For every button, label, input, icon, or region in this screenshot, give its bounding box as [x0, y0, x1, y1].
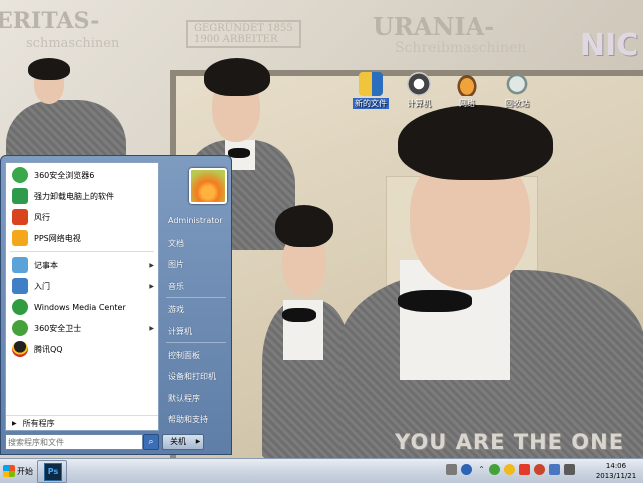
right-link-help-support[interactable]: 帮助和支持: [168, 414, 208, 425]
desktop-icon-network[interactable]: 网络: [444, 72, 490, 109]
start-button[interactable]: 开始: [1, 461, 33, 481]
display-tray-icon[interactable]: [549, 464, 560, 475]
windows-logo-icon: [3, 465, 15, 477]
help-icon[interactable]: [461, 464, 472, 475]
action-center-icon[interactable]: [446, 464, 457, 475]
program-item-360-safe[interactable]: 360安全卫士 ▶: [6, 318, 158, 338]
taskbar-clock[interactable]: 14:06 2013/11/21: [592, 461, 640, 481]
desktop-icon-recycle-bin[interactable]: 回收站: [494, 72, 540, 109]
getting-started-icon: [12, 278, 28, 294]
right-link-pictures[interactable]: 图片: [168, 259, 184, 270]
program-item-qq[interactable]: 腾讯QQ: [6, 339, 158, 359]
right-pane-separator: [166, 342, 226, 343]
wallpaper-stamp: GEGRÜNDET 1855 1900 ARBEITER: [186, 20, 301, 48]
360-browser-icon: [12, 167, 28, 183]
wallpaper-veritas-text: ERITAS-: [0, 8, 100, 34]
pps-icon: [12, 230, 28, 246]
wallpaper-urania-subtitle: Schreibmaschinen: [395, 40, 527, 56]
qq-icon: [12, 341, 28, 357]
programs-separator: [10, 251, 154, 252]
taskbar: 开始 Ps ⌃ 14:06 2013/11/21: [0, 458, 643, 483]
computer-icon: [407, 72, 431, 96]
network-tray-icon[interactable]: [504, 464, 515, 475]
taskbar-photoshop-button[interactable]: Ps: [37, 460, 67, 483]
submenu-arrow-icon: ▶: [149, 261, 154, 269]
right-link-music[interactable]: 音乐: [168, 281, 184, 292]
expand-arrow-icon: ▶: [12, 420, 17, 427]
right-link-default-programs[interactable]: 默认程序: [168, 393, 200, 404]
chevron-right-icon: ▶: [195, 438, 201, 445]
volume-icon[interactable]: [564, 464, 575, 475]
wallpaper-corner-text: NIC: [580, 28, 639, 63]
windows-media-center-icon: [12, 299, 28, 315]
user-picture[interactable]: [189, 168, 227, 204]
right-link-documents[interactable]: 文档: [168, 238, 184, 249]
recycle-bin-icon: [505, 72, 529, 96]
clock-time: 14:06: [605, 462, 627, 470]
submenu-arrow-icon: ▶: [149, 324, 154, 332]
fan-tray-icon[interactable]: [534, 464, 545, 475]
program-item-uninstall[interactable]: 强力卸载电脑上的软件: [6, 186, 158, 206]
program-item-getting-started[interactable]: 入门 ▶: [6, 276, 158, 296]
clock-date: 2013/11/21: [595, 472, 637, 480]
shutdown-button[interactable]: 关机: [162, 434, 194, 450]
network-icon: [455, 72, 479, 96]
uninstall-icon: [12, 188, 28, 204]
360-safe-icon: [12, 320, 28, 336]
start-search-box[interactable]: [5, 434, 143, 450]
start-search-input[interactable]: [6, 437, 140, 447]
program-item-pps[interactable]: PPS网络电视: [6, 228, 158, 248]
360-tray-icon[interactable]: [489, 464, 500, 475]
expand-tray-icon[interactable]: ⌃: [476, 464, 487, 475]
funshion-icon: [12, 209, 28, 225]
desktop-icon-new-file[interactable]: 新的文件: [348, 72, 394, 109]
start-menu-programs-pane: 360安全浏览器6 强力卸载电脑上的软件 风行 PPS网络电视 记事本 ▶ 入门…: [5, 162, 159, 431]
wallpaper-urania-title: URANIA-: [373, 12, 495, 41]
right-link-username[interactable]: Administrator: [168, 216, 223, 225]
right-link-devices-printers[interactable]: 设备和打印机: [168, 371, 216, 382]
program-item-funshion[interactable]: 风行: [6, 207, 158, 227]
submenu-arrow-icon: ▶: [149, 282, 154, 290]
search-icon: ⌕: [148, 437, 154, 447]
program-item-notepad[interactable]: 记事本 ▶: [6, 255, 158, 275]
shutdown-options-button[interactable]: ▶: [193, 434, 204, 450]
program-item-360-browser[interactable]: 360安全浏览器6: [6, 165, 158, 185]
notepad-icon: [12, 257, 28, 273]
right-link-computer[interactable]: 计算机: [168, 326, 192, 337]
all-programs-button[interactable]: ▶ 所有程序: [6, 415, 158, 431]
desktop-icon-computer[interactable]: 计算机: [396, 72, 442, 109]
right-pane-separator: [166, 297, 226, 298]
program-item-windows-media-center[interactable]: Windows Media Center: [6, 297, 158, 317]
folder-icon: [359, 72, 383, 96]
right-link-control-panel[interactable]: 控制面板: [168, 350, 200, 361]
search-button[interactable]: ⌕: [143, 434, 159, 450]
wallpaper-slogan: YOU ARE THE ONE: [395, 430, 625, 454]
qq-tray-icon[interactable]: [519, 464, 530, 475]
photoshop-icon: Ps: [44, 463, 62, 481]
right-link-games[interactable]: 游戏: [168, 304, 184, 315]
wallpaper-veritas-subtext: schmaschinen: [26, 36, 120, 51]
